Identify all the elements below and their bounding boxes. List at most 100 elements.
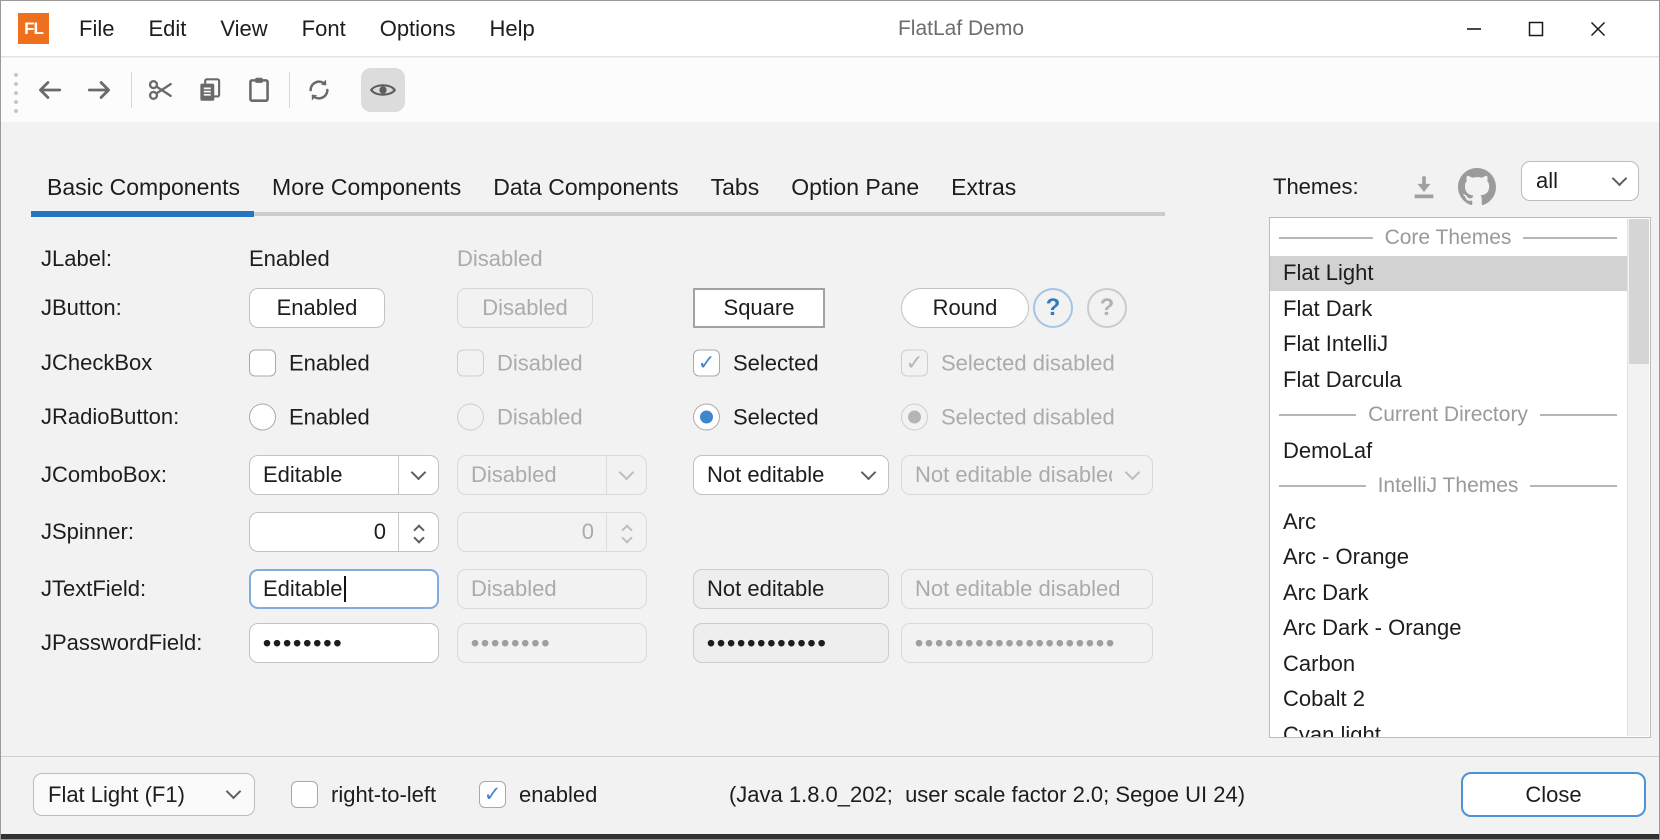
password-dots: •••••••• <box>263 630 343 657</box>
textfield-not-editable[interactable]: Not editable <box>693 569 889 609</box>
passwordfield-not-editable[interactable]: •••••••••••• <box>693 623 889 663</box>
menu-file[interactable]: File <box>79 16 114 42</box>
help-button[interactable]: ? <box>1033 288 1073 328</box>
lookandfeel-value[interactable]: Flat Light (F1) <box>34 782 212 808</box>
menu-edit[interactable]: Edit <box>148 16 186 42</box>
right-to-left-checkbox[interactable] <box>291 781 318 808</box>
theme-item[interactable]: Cobalt 2 <box>1270 682 1627 718</box>
passwordfield-enabled[interactable]: •••••••• <box>249 623 439 663</box>
jcombobox-row-label: JComboBox: <box>41 462 167 488</box>
back-button[interactable] <box>27 68 71 112</box>
theme-item[interactable]: Carbon <box>1270 646 1627 682</box>
radio-enabled[interactable] <box>249 404 276 431</box>
spinner-buttons <box>606 513 646 551</box>
theme-group-label: Core Themes <box>1385 226 1512 250</box>
jtextfield-row: JTextField: Editable Disabled Not editab… <box>1 565 1159 613</box>
jbutton-round[interactable]: Round <box>901 288 1029 328</box>
passwordfield-not-editable-disabled: •••••••••••••••••••• <box>901 623 1153 663</box>
checkbox-selected[interactable] <box>693 350 720 377</box>
tab-extras[interactable]: Extras <box>935 167 1032 207</box>
close-icon <box>1587 18 1609 40</box>
minimize-button[interactable] <box>1443 1 1505 57</box>
enabled-checkbox[interactable] <box>479 781 506 808</box>
combobox-editable-value[interactable]: Editable <box>250 462 398 488</box>
tab-bar: Basic Components More Components Data Co… <box>31 167 1032 207</box>
themes-scrollbar[interactable] <box>1627 219 1649 736</box>
combobox-not-editable-value[interactable]: Not editable <box>694 462 848 488</box>
paste-icon <box>244 75 274 105</box>
themes-filter-value[interactable]: all <box>1522 168 1600 194</box>
github-icon <box>1458 168 1496 206</box>
jcombobox-row: JComboBox: Editable Disabled Not editabl… <box>1 451 1159 499</box>
theme-item[interactable]: Flat IntelliJ <box>1270 327 1627 363</box>
tab-data-components[interactable]: Data Components <box>477 167 694 207</box>
themes-filter-combobox[interactable]: all <box>1521 161 1639 201</box>
chevron-down-icon[interactable] <box>1600 179 1638 184</box>
theme-item-selected[interactable]: Flat Light <box>1270 256 1627 292</box>
checkbox-disabled-label: Disabled <box>497 350 583 376</box>
combobox-editable[interactable]: Editable <box>249 455 439 495</box>
chevron-down-icon[interactable] <box>413 532 424 543</box>
theme-item[interactable]: Flat Darcula <box>1270 362 1627 398</box>
tab-option-pane[interactable]: Option Pane <box>775 167 935 207</box>
theme-item[interactable]: Arc - Orange <box>1270 540 1627 576</box>
refresh-button[interactable] <box>297 68 341 112</box>
theme-item[interactable]: Cyan light <box>1270 717 1627 738</box>
combobox-not-editable[interactable]: Not editable <box>693 455 889 495</box>
forward-arrow-icon <box>85 75 115 105</box>
copy-button[interactable] <box>188 68 232 112</box>
lookandfeel-combobox[interactable]: Flat Light (F1) <box>33 773 255 816</box>
close-button[interactable]: Close <box>1461 772 1646 817</box>
menu-font[interactable]: Font <box>302 16 346 42</box>
chevron-down-icon <box>1112 456 1152 494</box>
theme-item[interactable]: Arc Dark <box>1270 575 1627 611</box>
toolbar-grip[interactable] <box>14 73 18 113</box>
menu-view[interactable]: View <box>220 16 267 42</box>
theme-item[interactable]: Arc <box>1270 504 1627 540</box>
theme-item[interactable]: Arc Dark - Orange <box>1270 611 1627 647</box>
checkbox-enabled[interactable] <box>249 350 276 377</box>
checkbox-enabled-label: Enabled <box>289 350 370 376</box>
tab-more-components[interactable]: More Components <box>256 167 477 207</box>
refresh-icon <box>304 75 334 105</box>
tab-tabs[interactable]: Tabs <box>695 167 776 207</box>
radio-disabled-label: Disabled <box>497 404 583 430</box>
theme-item[interactable]: DemoLaf <box>1270 433 1627 469</box>
jbutton-enabled[interactable]: Enabled <box>249 288 385 328</box>
theme-group-separator: Core Themes <box>1270 220 1627 256</box>
spinner-disabled-value: 0 <box>458 519 606 545</box>
checkbox-selected-label: Selected <box>733 350 819 376</box>
menu-options[interactable]: Options <box>380 16 456 42</box>
download-themes-button[interactable] <box>1406 169 1442 205</box>
chevron-down-icon[interactable] <box>398 456 438 494</box>
toolbar <box>1 58 1659 122</box>
help-button-disabled: ? <box>1087 288 1127 328</box>
text-caret <box>344 576 346 602</box>
menu-help[interactable]: Help <box>490 16 535 42</box>
chevron-down-icon[interactable] <box>848 456 888 494</box>
spinner-value[interactable]: 0 <box>250 519 398 545</box>
maximize-button[interactable] <box>1505 1 1567 57</box>
show-hidden-toggle-button[interactable] <box>361 68 405 112</box>
github-link-button[interactable] <box>1457 167 1497 207</box>
theme-group-label: Current Directory <box>1368 403 1528 427</box>
cut-button[interactable] <box>139 68 183 112</box>
tab-basic-components[interactable]: Basic Components <box>31 167 256 207</box>
spinner-enabled[interactable]: 0 <box>249 512 439 552</box>
forward-button[interactable] <box>78 68 122 112</box>
chevron-down-icon[interactable] <box>212 792 254 797</box>
textfield-editable-value[interactable]: Editable <box>263 576 343 602</box>
close-window-button[interactable] <box>1567 1 1629 57</box>
chevron-down-icon <box>606 456 646 494</box>
jbutton-square[interactable]: Square <box>693 288 825 328</box>
paste-button[interactable] <box>237 68 281 112</box>
jspinner-row: JSpinner: 0 0 <box>1 508 1159 556</box>
textfield-editable[interactable]: Editable <box>249 569 439 609</box>
theme-item[interactable]: Flat Dark <box>1270 291 1627 327</box>
radio-selected[interactable] <box>693 404 720 431</box>
spinner-buttons[interactable] <box>398 513 438 551</box>
scrollbar-thumb[interactable] <box>1629 219 1649 364</box>
combobox-not-editable-disabled-value: Not editable disabled <box>902 462 1112 488</box>
textfield-not-editable-disabled-value: Not editable disabled <box>915 576 1120 602</box>
jpasswordfield-row: JPasswordField: •••••••• •••••••• ••••••… <box>1 619 1159 667</box>
